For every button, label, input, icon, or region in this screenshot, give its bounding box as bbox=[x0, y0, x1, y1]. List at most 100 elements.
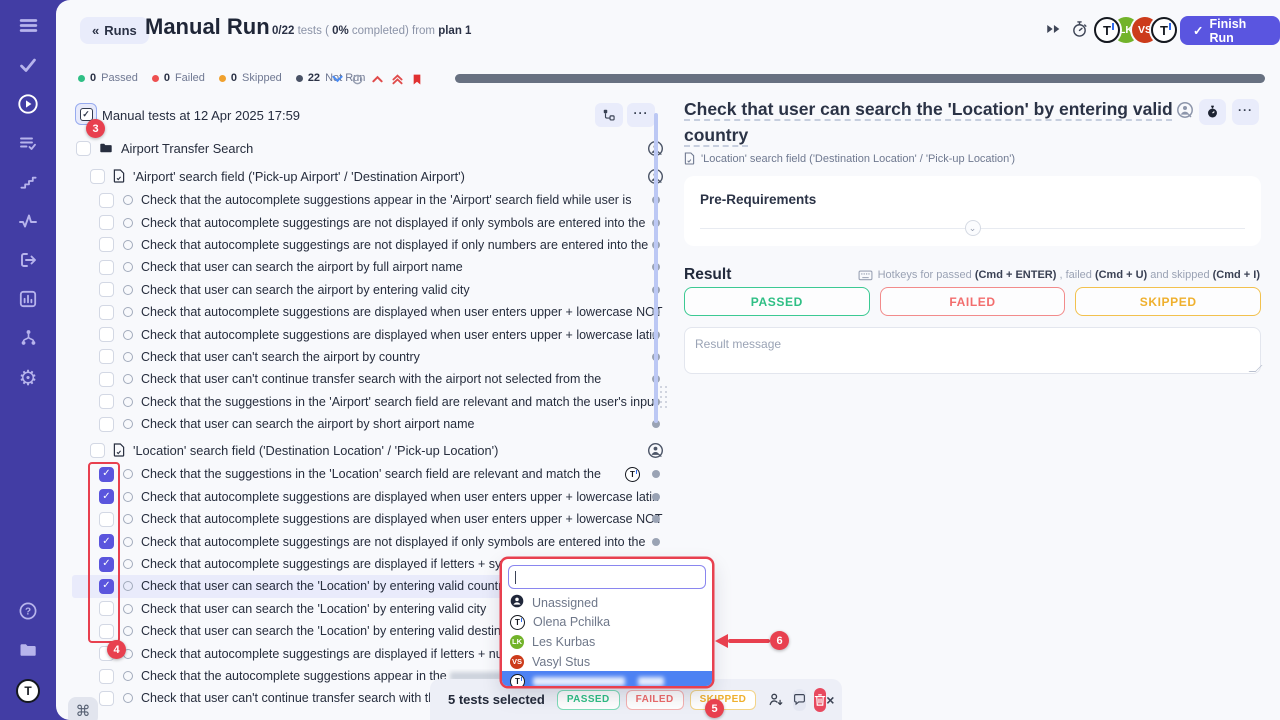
test-row[interactable]: Check that autocomplete suggestions are … bbox=[72, 323, 664, 345]
sidebar-item-help[interactable]: ? bbox=[0, 595, 56, 631]
row-checkbox[interactable] bbox=[99, 327, 114, 342]
status-circle-icon[interactable] bbox=[123, 195, 133, 205]
row-checkbox[interactable] bbox=[90, 443, 105, 458]
test-suite-breadcrumb[interactable]: 'Location' search field ('Destination Lo… bbox=[684, 152, 1015, 165]
row-checkbox[interactable] bbox=[99, 512, 114, 527]
status-circle-icon[interactable] bbox=[123, 514, 133, 524]
row-checkbox[interactable] bbox=[99, 669, 114, 684]
sidebar-item-checks[interactable] bbox=[0, 49, 56, 85]
assignee-search-input[interactable] bbox=[508, 565, 706, 589]
row-checkbox[interactable] bbox=[99, 282, 114, 297]
test-row[interactable]: ✓Check that autocomplete suggestions are… bbox=[72, 486, 664, 508]
status-circle-icon[interactable] bbox=[123, 240, 133, 250]
row-checkbox[interactable] bbox=[99, 372, 114, 387]
test-more-button[interactable]: ··· bbox=[1232, 99, 1259, 125]
finish-run-button[interactable]: ✓ Finish Run bbox=[1180, 16, 1280, 45]
test-timer-button[interactable] bbox=[1199, 99, 1226, 125]
sidebar-item-menu[interactable] bbox=[0, 10, 56, 46]
test-row[interactable]: Check that autocomplete suggestions are … bbox=[72, 508, 664, 530]
row-checkbox[interactable] bbox=[99, 193, 114, 208]
tree-view-toggle-button[interactable] bbox=[595, 103, 623, 127]
status-circle-icon[interactable] bbox=[123, 419, 133, 429]
result-message-input[interactable] bbox=[684, 327, 1261, 374]
status-circle-icon[interactable] bbox=[123, 352, 133, 362]
test-row[interactable]: Check that autocomplete suggestings are … bbox=[72, 234, 664, 256]
sidebar-item-test-runs[interactable] bbox=[0, 88, 56, 124]
status-circle-icon[interactable] bbox=[123, 262, 133, 272]
sidebar-item-test-cases[interactable] bbox=[0, 127, 56, 163]
row-checkbox[interactable] bbox=[99, 305, 114, 320]
status-circle-icon[interactable] bbox=[123, 559, 133, 569]
row-checkbox[interactable] bbox=[99, 417, 114, 432]
status-circle-icon[interactable] bbox=[123, 469, 133, 479]
row-checkbox[interactable] bbox=[99, 349, 114, 364]
row-checkbox[interactable]: ✓ bbox=[99, 489, 114, 504]
bulk-badge-failed[interactable]: FAILED bbox=[626, 690, 684, 710]
fast-forward-icon[interactable] bbox=[1046, 24, 1061, 34]
expand-toggle-button[interactable]: ⌄ bbox=[965, 220, 981, 236]
back-to-runs-button[interactable]: « Runs bbox=[80, 17, 149, 44]
chevsup-icon[interactable] bbox=[392, 74, 403, 85]
close-bulk-bar-button[interactable]: × bbox=[826, 692, 834, 708]
circleicon-icon[interactable] bbox=[352, 74, 363, 85]
assignee-option-olena-pchilka[interactable]: TOlena Pchilka bbox=[502, 613, 712, 633]
test-row[interactable]: Check that user can search the airport b… bbox=[72, 413, 664, 435]
assignee-option[interactable]: T bbox=[502, 671, 712, 686]
avatar-t[interactable]: T bbox=[1151, 17, 1177, 43]
status-circle-icon[interactable] bbox=[123, 581, 133, 591]
status-circle-icon[interactable] bbox=[123, 693, 133, 703]
status-circle-icon[interactable] bbox=[123, 671, 133, 681]
sidebar-item-activity[interactable] bbox=[0, 205, 56, 241]
sidebar-item-milestones[interactable] bbox=[0, 166, 56, 202]
file-row[interactable]: 'Location' search field ('Destination Lo… bbox=[72, 437, 664, 463]
assignee-avatar[interactable]: T bbox=[625, 467, 640, 482]
sidebar-item-integrations[interactable] bbox=[0, 322, 56, 358]
sidebar-item-reports[interactable] bbox=[0, 283, 56, 319]
bookmark-icon[interactable] bbox=[412, 73, 422, 86]
status-circle-icon[interactable] bbox=[123, 285, 133, 295]
sidebar-item-settings[interactable]: ⚙ bbox=[0, 361, 56, 397]
test-row[interactable]: Check that autocomplete suggestions are … bbox=[72, 301, 664, 323]
test-row[interactable]: Check that user can't continue transfer … bbox=[72, 368, 664, 390]
row-checkbox[interactable] bbox=[99, 215, 114, 230]
sidebar-item-projects[interactable] bbox=[0, 634, 56, 670]
avatar-t[interactable]: T bbox=[1094, 17, 1120, 43]
status-circle-icon[interactable] bbox=[123, 374, 133, 384]
status-circle-icon[interactable] bbox=[123, 604, 133, 614]
row-checkbox[interactable] bbox=[99, 601, 114, 616]
assignee-option-unassigned[interactable]: Unassigned bbox=[502, 593, 712, 613]
test-row[interactable]: Check that autocomplete suggestings are … bbox=[72, 211, 664, 233]
status-circle-icon[interactable] bbox=[123, 397, 133, 407]
assignee-icon[interactable] bbox=[647, 442, 664, 459]
bulk-comment-button[interactable] bbox=[793, 689, 806, 711]
status-circle-icon[interactable] bbox=[123, 626, 133, 636]
result-button-failed[interactable]: FAILED bbox=[880, 287, 1066, 316]
row-checkbox[interactable] bbox=[99, 260, 114, 275]
assign-user-icon[interactable] bbox=[1176, 101, 1194, 124]
result-button-skipped[interactable]: SKIPPED bbox=[1075, 287, 1261, 316]
sidebar-item-requirements[interactable] bbox=[0, 244, 56, 280]
test-row[interactable]: ✓Check that autocomplete suggestings are… bbox=[72, 530, 664, 552]
test-row[interactable]: Check that the suggestions in the 'Airpo… bbox=[72, 391, 664, 413]
assignee-avatar-stack[interactable]: TLKVST bbox=[1094, 17, 1177, 43]
tree-more-button[interactable]: ··· bbox=[627, 103, 655, 127]
test-row[interactable]: Check that the autocomplete suggestions … bbox=[72, 189, 664, 211]
status-circle-icon[interactable] bbox=[123, 218, 133, 228]
sidebar-item-user-avatar[interactable]: T bbox=[0, 673, 56, 709]
row-checkbox[interactable]: ✓ bbox=[99, 557, 114, 572]
row-checkbox[interactable] bbox=[99, 237, 114, 252]
status-circle-icon[interactable] bbox=[123, 307, 133, 317]
chevdown-icon[interactable] bbox=[332, 75, 343, 83]
test-row[interactable]: Check that user can search the airport b… bbox=[72, 256, 664, 278]
test-row[interactable]: Check that user can search the airport b… bbox=[72, 279, 664, 301]
row-checkbox[interactable] bbox=[99, 394, 114, 409]
assignee-option-vasyl-stus[interactable]: VSVasyl Stus bbox=[502, 652, 712, 672]
test-row[interactable]: Check that user can't search the airport… bbox=[72, 346, 664, 368]
row-checkbox[interactable] bbox=[76, 141, 91, 156]
row-checkbox[interactable] bbox=[99, 624, 114, 639]
row-checkbox[interactable]: ✓ bbox=[99, 467, 114, 482]
chevup-icon[interactable] bbox=[372, 75, 383, 83]
command-palette-button[interactable]: ⌘ bbox=[68, 697, 98, 720]
tree-scrollbar[interactable] bbox=[654, 113, 658, 423]
bulk-delete-button[interactable] bbox=[814, 688, 826, 712]
